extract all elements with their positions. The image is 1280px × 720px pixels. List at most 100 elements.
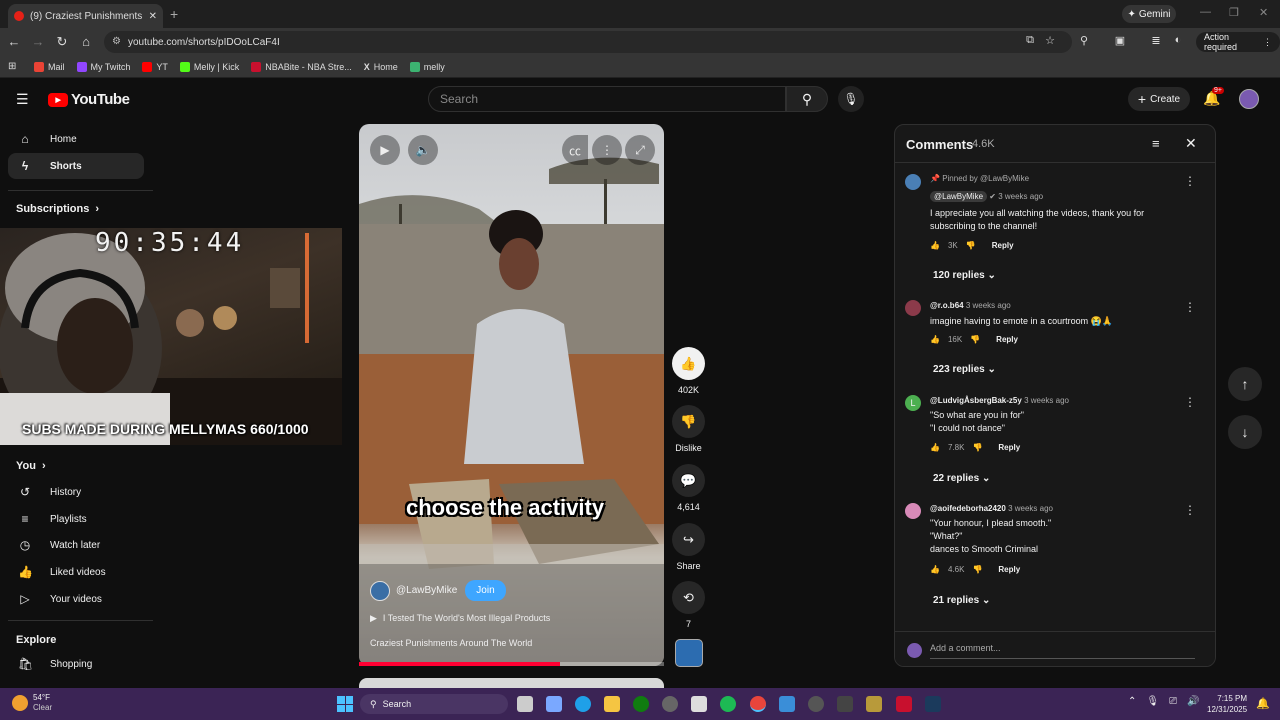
account-avatar[interactable] — [1239, 89, 1259, 109]
bookmark-star-icon[interactable]: ☆ — [1042, 34, 1058, 47]
thumbs-up-icon[interactable]: 👍 — [930, 443, 940, 452]
comment-author[interactable]: @r.o.b64 — [930, 301, 964, 310]
comment-avatar[interactable] — [905, 300, 921, 316]
channel-avatar[interactable] — [370, 580, 390, 601]
search-button[interactable]: ⚲ — [786, 86, 828, 112]
cast-icon[interactable]: ⧉ — [1022, 34, 1038, 47]
thumbs-down-icon[interactable]: 👎 — [970, 335, 980, 344]
pdf-icon[interactable] — [896, 696, 912, 712]
reload-icon[interactable]: ↻ — [54, 34, 70, 50]
bookmark-mail[interactable]: Mail — [34, 61, 65, 72]
search-input[interactable]: Search — [428, 86, 786, 112]
comment-author[interactable]: @aoifedeborha2420 — [930, 504, 1006, 513]
apps-grid-icon[interactable]: ⊞ — [8, 61, 16, 72]
fullscreen-button[interactable]: ⤢ — [625, 135, 655, 165]
reply-button[interactable]: Reply — [996, 335, 1018, 344]
close-icon[interactable]: ✕ — [1185, 135, 1197, 152]
dislike-button[interactable]: 👎 Dislike — [672, 405, 705, 453]
obs-icon[interactable] — [866, 696, 882, 712]
like-button[interactable]: 👍 402K — [672, 347, 705, 395]
sidebar-item-shorts[interactable]: ϟ Shorts — [8, 153, 144, 179]
notification-icon[interactable]: 🔔 — [1256, 697, 1270, 710]
thumbs-down-icon[interactable]: 👎 — [972, 565, 982, 574]
reply-button[interactable]: Reply — [998, 565, 1020, 574]
photos-icon[interactable] — [779, 696, 795, 712]
back-icon[interactable]: ← — [6, 34, 22, 49]
weather-widget[interactable]: 54°F Clear — [12, 693, 52, 713]
bookmark-nbabite[interactable]: NBABite - NBA Stre... — [251, 61, 352, 72]
spotify-icon[interactable] — [720, 696, 736, 712]
create-button[interactable]: + Create — [1128, 87, 1190, 111]
voice-search-button[interactable]: 🎙 — [838, 86, 864, 112]
replies-toggle[interactable]: 223 replies ⌄ — [933, 364, 996, 375]
join-button[interactable]: Join — [465, 580, 506, 601]
mute-button[interactable]: 🔈 — [408, 135, 438, 165]
more-vert-icon[interactable]: ⋮ — [1184, 503, 1196, 517]
network-icon[interactable]: ⎚ — [1169, 696, 1177, 707]
share-button[interactable]: ↪ Share — [672, 523, 705, 571]
thumbs-up-icon[interactable]: 👍 — [930, 241, 940, 250]
site-info-icon[interactable]: ⚙ — [112, 36, 121, 47]
comments-button[interactable]: 💬 4,614 — [672, 464, 705, 512]
bookmark-kick[interactable]: Melly | Kick — [179, 61, 239, 72]
sidebar-item-history[interactable]: ↺ History — [8, 479, 144, 505]
volume-icon[interactable]: 🔊 — [1187, 696, 1199, 707]
add-comment-input[interactable]: Add a comment... — [930, 643, 1195, 659]
sidebar-item-watch-later[interactable]: ◷ Watch later — [8, 532, 144, 558]
bookmark-melly[interactable]: melly — [409, 61, 445, 72]
media-player-icon[interactable] — [808, 696, 824, 712]
comment-author[interactable]: @LudvigÅsbergBak-z5y — [930, 396, 1022, 405]
store-icon[interactable] — [691, 696, 707, 712]
video-progress-bar[interactable] — [359, 662, 664, 666]
subscriptions-heading[interactable]: Subscriptions › — [16, 203, 99, 215]
address-bar[interactable]: ⚙ youtube.com/shorts/pIDOoLCaF4I — [104, 31, 1072, 53]
replies-toggle[interactable]: 22 replies ⌄ — [933, 473, 990, 484]
close-tab-icon[interactable]: ✕ — [149, 11, 157, 22]
youtube-logo[interactable]: ▶ YouTube — [48, 91, 130, 108]
more-vert-icon[interactable]: ⋮ — [1184, 395, 1196, 409]
sidebar-item-your-videos[interactable]: ▷ Your videos — [8, 586, 144, 612]
task-view-icon[interactable] — [517, 696, 533, 712]
split-view-icon[interactable]: ▣ — [1112, 34, 1128, 47]
profile-icon[interactable]: ◐ — [1170, 34, 1186, 46]
sound-thumbnail[interactable] — [675, 639, 703, 667]
sidebar-item-playlists[interactable]: ≡ Playlists — [8, 506, 144, 532]
reply-button[interactable]: Reply — [998, 443, 1020, 452]
next-short-button[interactable]: ↓ — [1228, 415, 1262, 449]
home-icon[interactable]: ⌂ — [78, 34, 94, 49]
bookmark-yt[interactable]: YT — [142, 61, 168, 72]
hamburger-menu-icon[interactable]: ☰ — [16, 91, 29, 108]
notifications-button[interactable]: 🔔 9+ — [1203, 87, 1224, 107]
thumbs-up-icon[interactable]: 👍 — [930, 335, 940, 344]
channel-name[interactable]: @LawByMike — [396, 585, 457, 596]
file-explorer-icon[interactable] — [604, 696, 620, 712]
close-window-icon[interactable]: ✕ — [1259, 6, 1268, 19]
comment-avatar[interactable] — [905, 503, 921, 519]
browser-tab[interactable]: (9) Craziest Punishments Aroun ✕ — [8, 4, 163, 28]
copilot-icon[interactable] — [546, 696, 562, 712]
thumbs-down-icon[interactable]: 👎 — [966, 241, 976, 250]
xbox-icon[interactable] — [633, 696, 649, 712]
sort-icon[interactable]: ≡ — [1152, 136, 1160, 151]
action-required-button[interactable]: Action required ⋮ — [1196, 32, 1280, 52]
replies-toggle[interactable]: 120 replies ⌄ — [933, 270, 996, 281]
edge-icon[interactable] — [575, 696, 591, 712]
chrome-icon[interactable] — [750, 696, 766, 712]
taskbar-search[interactable]: ⚲ Search — [360, 694, 508, 714]
reply-button[interactable]: Reply — [992, 241, 1014, 250]
thumbs-down-icon[interactable]: 👎 — [972, 443, 982, 452]
captions-button[interactable]: ㏄ — [562, 135, 588, 165]
mic-icon[interactable]: 🎙 — [1146, 696, 1159, 707]
thumbs-up-icon[interactable]: 👍 — [930, 565, 940, 574]
sidebar-item-liked-videos[interactable]: 👍 Liked videos — [8, 559, 144, 585]
bookmark-x-home[interactable]: X Home — [364, 62, 398, 72]
github-icon[interactable] — [662, 696, 678, 712]
clock[interactable]: 7:15 PM 12/31/2025 — [1207, 693, 1247, 715]
reading-list-icon[interactable]: ≣ — [1148, 34, 1164, 47]
gemini-button[interactable]: ✦ Gemini — [1122, 5, 1176, 23]
comment-author[interactable]: @LawByMike — [930, 191, 988, 202]
start-button[interactable] — [337, 696, 353, 712]
play-button[interactable]: ▶ — [370, 135, 400, 165]
more-options-button[interactable]: ⋮ — [592, 135, 622, 165]
bookmark-twitch[interactable]: My Twitch — [76, 61, 130, 72]
